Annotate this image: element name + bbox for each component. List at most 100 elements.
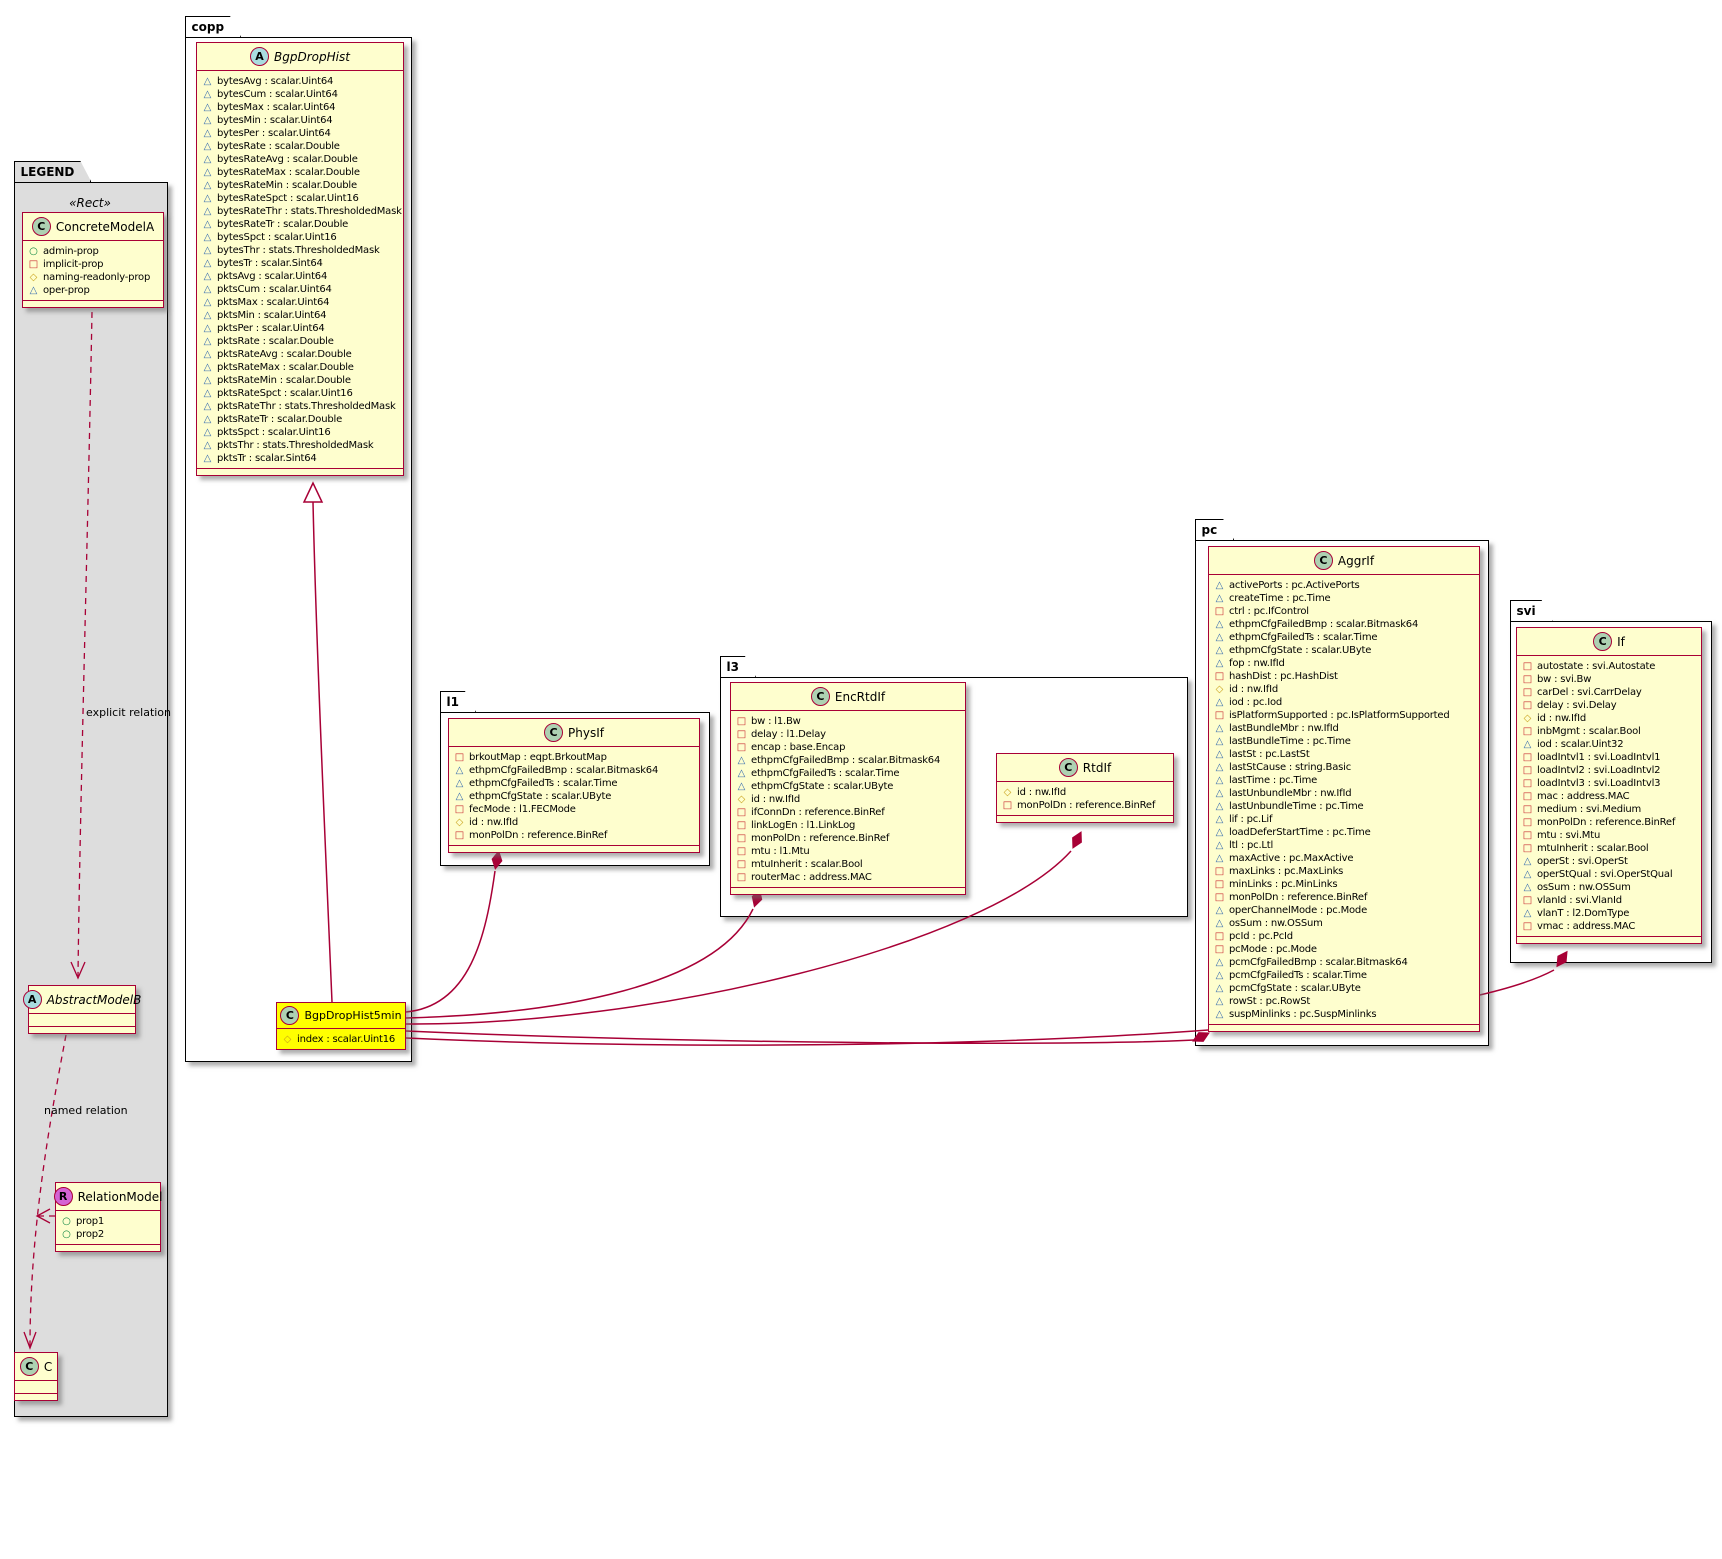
attr-text: bytesRate : scalar.Double	[217, 140, 340, 153]
prop-type-icon	[736, 715, 747, 728]
attr-text: naming-readonly-prop	[43, 271, 150, 284]
attr-row: pcmCfgFailedBmp : scalar.Bitmask64	[1214, 956, 1473, 969]
attr-text: bw : l1.Bw	[751, 715, 801, 728]
legend-stereotype: «Rect»	[14, 196, 166, 210]
attr-text: implicit-prop	[43, 258, 103, 271]
attr-text: mtuInherit : scalar.Bool	[751, 858, 863, 871]
attr-row: ethpmCfgState : scalar.UByte	[454, 790, 693, 803]
attr-row: admin-prop	[28, 245, 157, 258]
prop-type-icon	[1002, 799, 1013, 812]
named-relation-label: named relation	[44, 1104, 128, 1117]
attr-row: encap : base.Encap	[736, 741, 959, 754]
abstract-letter-icon: A	[250, 47, 269, 66]
prop-type-icon	[1214, 995, 1225, 1008]
attr-row: loadIntvl1 : svi.LoadIntvl1	[1522, 751, 1695, 764]
package-svi-tab: svi	[1510, 600, 1553, 621]
attr-row: ltl : pc.Ltl	[1214, 839, 1473, 852]
attr-row: loadDeferStartTime : pc.Time	[1214, 826, 1473, 839]
attr-row: lastStCause : string.Basic	[1214, 761, 1473, 774]
attr-text: bytesRateAvg : scalar.Double	[217, 153, 358, 166]
attr-text: osSum : nw.OSSum	[1537, 881, 1631, 894]
attr-row: loadIntvl3 : svi.LoadIntvl3	[1522, 777, 1695, 790]
attr-text: id : nw.IfId	[1017, 786, 1066, 799]
attr-text: bytesMin : scalar.Uint64	[217, 114, 332, 127]
attr-row: fop : nw.IfId	[1214, 657, 1473, 670]
attr-row: mtu : l1.Mtu	[736, 845, 959, 858]
attr-text: loadDeferStartTime : pc.Time	[1229, 826, 1371, 839]
attr-row: pktsMin : scalar.Uint64	[202, 309, 397, 322]
prop-type-icon	[1214, 943, 1225, 956]
attr-row: pktsAvg : scalar.Uint64	[202, 270, 397, 283]
attr-row: bytesTr : scalar.Sint64	[202, 257, 397, 270]
attr-row: pktsRateMax : scalar.Double	[202, 361, 397, 374]
attr-row: delay : l1.Delay	[736, 728, 959, 741]
attr-row: id : nw.IfId	[1002, 786, 1167, 799]
package-l1-tab: l1	[440, 691, 476, 712]
attr-text: routerMac : address.MAC	[751, 871, 872, 884]
attr-row: ethpmCfgState : scalar.UByte	[736, 780, 959, 793]
prop-type-icon	[1214, 631, 1225, 644]
attr-text: pktsRateMax : scalar.Double	[217, 361, 354, 374]
attr-text: bytesThr : stats.ThresholdedMask	[217, 244, 380, 257]
attr-row: pktsRateThr : stats.ThresholdedMask	[202, 400, 397, 413]
prop-type-icon	[1214, 891, 1225, 904]
prop-type-icon	[202, 361, 213, 374]
class-name: AbstractModelB	[47, 993, 142, 1007]
attr-row: minLinks : pc.MinLinks	[1214, 878, 1473, 891]
class-title: C AggrIf	[1209, 547, 1479, 575]
attr-text: iod : pc.Iod	[1229, 696, 1282, 709]
class-aggr-if: C AggrIf activePorts : pc.ActivePortscre…	[1208, 546, 1480, 1032]
prop-type-icon	[202, 413, 213, 426]
attr-text: monPolDn : reference.BinRef	[469, 829, 607, 842]
prop-type-icon	[202, 270, 213, 283]
attr-row: iod : pc.Iod	[1214, 696, 1473, 709]
class-c: C C	[14, 1352, 58, 1401]
attr-row: ethpmCfgState : scalar.UByte	[1214, 644, 1473, 657]
prop-type-icon	[202, 309, 213, 322]
attr-row: ethpmCfgFailedTs : scalar.Time	[454, 777, 693, 790]
attr-text: delay : l1.Delay	[751, 728, 826, 741]
attr-text: ethpmCfgFailedTs : scalar.Time	[751, 767, 899, 780]
attr-row: pktsRateMin : scalar.Double	[202, 374, 397, 387]
attr-text: hashDist : pc.HashDist	[1229, 670, 1338, 683]
attr-row: medium : svi.Medium	[1522, 803, 1695, 816]
prop-type-icon	[28, 284, 39, 297]
attr-text: id : nw.IfId	[1537, 712, 1586, 725]
attr-text: mtuInherit : scalar.Bool	[1537, 842, 1649, 855]
attr-row: pcId : pc.PcId	[1214, 930, 1473, 943]
attr-row: pcmCfgState : scalar.UByte	[1214, 982, 1473, 995]
attr-text: ethpmCfgFailedTs : scalar.Time	[469, 777, 617, 790]
prop-type-icon	[1522, 712, 1533, 725]
prop-type-icon	[1214, 982, 1225, 995]
prop-type-icon	[1522, 790, 1533, 803]
attr-text: iod : scalar.Uint32	[1537, 738, 1623, 751]
class-title: C EncRtdIf	[731, 683, 965, 711]
class-bgp-drop-hist: A BgpDropHist bytesAvg : scalar.Uint64by…	[196, 42, 404, 476]
attr-text: loadIntvl2 : svi.LoadIntvl2	[1537, 764, 1660, 777]
attr-row: bytesRateTr : scalar.Double	[202, 218, 397, 231]
prop-type-icon	[202, 257, 213, 270]
abstract-letter-icon: A	[23, 990, 42, 1009]
attr-text: suspMinlinks : pc.SuspMinlinks	[1229, 1008, 1376, 1021]
class-title: C If	[1517, 628, 1701, 656]
attr-row: naming-readonly-prop	[28, 271, 157, 284]
attr-row: bytesMin : scalar.Uint64	[202, 114, 397, 127]
class-abstract-model-b: A AbstractModelB	[28, 985, 136, 1034]
attr-text: monPolDn : reference.BinRef	[1017, 799, 1155, 812]
prop-type-icon	[202, 75, 213, 88]
attr-text: ethpmCfgFailedBmp : scalar.Bitmask64	[1229, 618, 1418, 631]
prop-type-icon	[202, 218, 213, 231]
attr-row: bytesRateSpct : scalar.Uint16	[202, 192, 397, 205]
prop-type-icon	[1522, 816, 1533, 829]
prop-type-icon	[1214, 579, 1225, 592]
class-name: RtdIf	[1083, 761, 1111, 775]
attr-row: pcMode : pc.Mode	[1214, 943, 1473, 956]
attribute-list: activePorts : pc.ActivePortscreateTime :…	[1209, 575, 1479, 1024]
attr-row: rowSt : pc.RowSt	[1214, 995, 1473, 1008]
attr-row: isPlatformSupported : pc.IsPlatformSuppo…	[1214, 709, 1473, 722]
attr-row: bytesPer : scalar.Uint64	[202, 127, 397, 140]
prop-type-icon	[1214, 969, 1225, 982]
attr-row: carDel : svi.CarrDelay	[1522, 686, 1695, 699]
prop-type-icon	[1214, 735, 1225, 748]
class-name: EncRtdIf	[835, 690, 885, 704]
